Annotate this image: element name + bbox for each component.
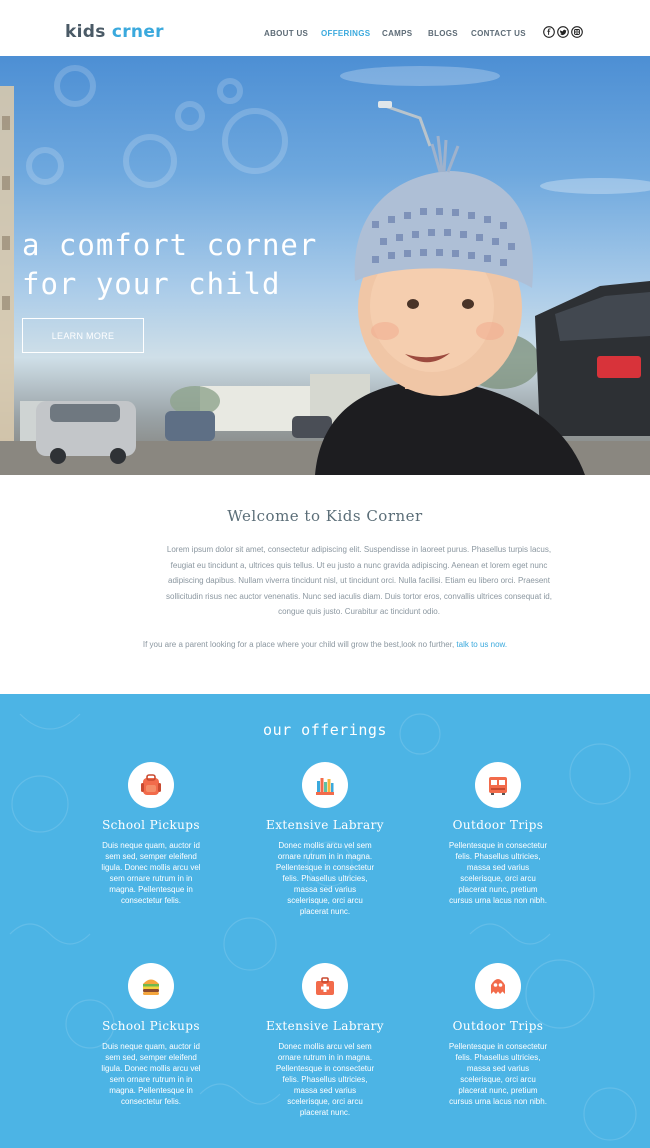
offering-description: Donec mollis arcu vel sem ornare rutrum … [275,841,375,916]
facebook-icon[interactable] [543,26,555,38]
nav-camps[interactable]: CAMPS [382,29,412,38]
offering-title: School Pickups [102,818,200,832]
social-links [543,26,583,38]
offering-icon-circle [302,963,348,1009]
bookshelf-icon [316,778,334,795]
instagram-icon[interactable] [571,26,583,38]
hero-banner: a comfort corner for your child LEARN MO… [0,56,650,475]
offering-description: Pellentesque in consectetur felis. Phase… [448,841,548,905]
nav-about-us[interactable]: ABOUT US [264,29,308,38]
offering-title: Extensive Labrary [266,818,384,832]
offering-description: Pellentesque in consectetur felis. Phase… [448,1042,548,1106]
offering-description: Duis neque quam, auctor id sem sed, semp… [101,841,201,905]
logo[interactable]: kids crner [65,22,164,42]
nav-blogs[interactable]: BLOGS [428,29,458,38]
site-header: kids crner ABOUT US OFFERINGS CAMPS BLOG… [0,0,650,56]
offerings-section: our offerings School Pickups Duis neque … [0,694,650,1148]
logo-corner-rest: rner [122,22,164,42]
hero-title: a comfort corner for your child [22,228,318,301]
offering-icon-circle [302,762,348,808]
offering-card[interactable]: School Pickups Duis neque quam, auctor i… [66,963,236,1107]
offering-title: Outdoor Trips [452,1019,544,1033]
offering-card[interactable]: Outdoor Trips Pellentesque in consectetu… [413,963,583,1107]
welcome-paragraph: Lorem ipsum dolor sit amet, consectetur … [166,545,552,616]
offering-card[interactable]: Extensive Labrary Donec mollis arcu vel … [240,762,410,917]
twitter-icon[interactable] [557,26,569,38]
offering-card[interactable]: Extensive Labrary Donec mollis arcu vel … [240,963,410,1118]
offering-icon-circle [128,963,174,1009]
logo-corner-c: c [111,22,123,42]
welcome-tagline: If you are a parent looking for a place … [0,640,650,649]
welcome-section: Welcome to Kids Corner Lorem ipsum dolor… [0,475,650,694]
offering-icon-circle [128,762,174,808]
tagline-text: If you are a parent looking for a place … [142,640,457,649]
offering-icon-circle [475,762,521,808]
logo-kids: kids [65,22,106,42]
bus-icon [489,777,507,795]
first-aid-kit-icon [316,977,334,995]
offering-card[interactable]: Outdoor Trips Pellentesque in consectetu… [413,762,583,906]
offerings-title: our offerings [263,721,387,739]
talk-to-us-link[interactable]: talk to us now. [456,640,507,649]
burger-icon [143,979,159,995]
welcome-title: Welcome to Kids Corner [227,507,423,525]
offering-title: School Pickups [102,1019,200,1033]
offering-title: Extensive Labrary [266,1019,384,1033]
learn-more-button[interactable]: LEARN MORE [22,318,144,353]
backpack-icon [141,774,161,795]
offering-description: Duis neque quam, auctor id sem sed, semp… [101,1042,201,1106]
nav-contact-us[interactable]: CONTACT US [471,29,526,38]
ghost-icon [491,979,505,994]
nav-offerings[interactable]: OFFERINGS [321,29,370,38]
offering-title: Outdoor Trips [452,818,544,832]
offering-icon-circle [475,963,521,1009]
offering-card[interactable]: School Pickups Duis neque quam, auctor i… [66,762,236,906]
offering-description: Donec mollis arcu vel sem ornare rutrum … [275,1042,375,1117]
